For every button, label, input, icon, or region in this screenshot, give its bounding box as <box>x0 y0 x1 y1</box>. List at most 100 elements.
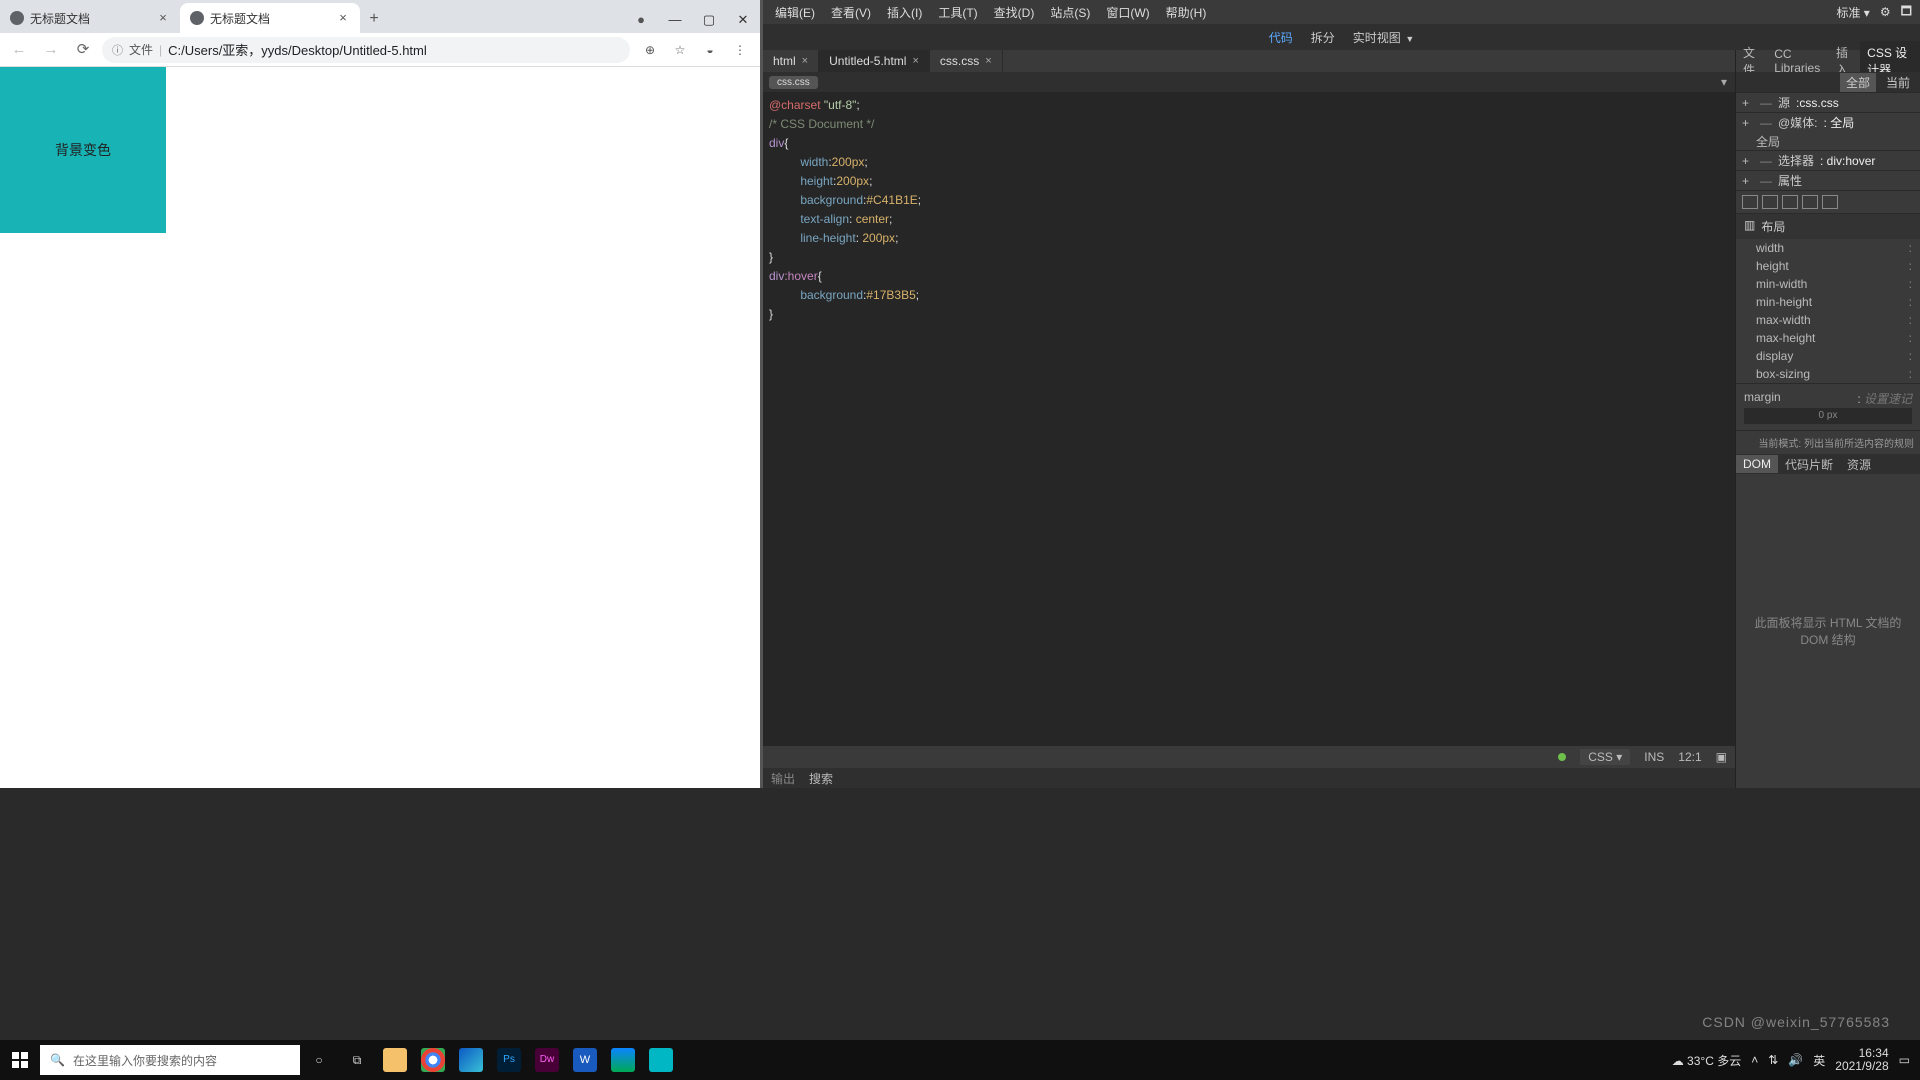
property-category-icons <box>1736 190 1920 213</box>
profile-icon[interactable]: ◒ <box>696 36 724 64</box>
related-file[interactable]: css.css <box>769 76 818 89</box>
prop-row-max-width[interactable]: max-width: <box>1736 311 1920 329</box>
source-section[interactable]: +— 源 :css.css <box>1736 92 1920 112</box>
app-dreamweaver[interactable]: Dw <box>528 1040 566 1080</box>
border-category-icon[interactable] <box>1782 195 1798 209</box>
menu-window[interactable]: 窗口(W) <box>1102 2 1153 23</box>
media-section[interactable]: +— @媒体: : 全局 <box>1736 112 1920 132</box>
media-global[interactable]: 全局 <box>1736 132 1920 150</box>
mode-code[interactable]: 代码 <box>1269 29 1293 46</box>
app-edge[interactable] <box>452 1040 490 1080</box>
prop-row-box-sizing[interactable]: box-sizing: <box>1736 365 1920 383</box>
close-icon[interactable]: × <box>985 55 991 67</box>
url-scheme-label: 文件 <box>129 41 153 58</box>
taskbar-search[interactable]: 🔍 在这里输入你要搜索的内容 <box>40 1045 300 1075</box>
plus-icon[interactable]: + <box>1742 174 1754 188</box>
scope-all[interactable]: 全部 <box>1840 73 1876 92</box>
output-label[interactable]: 输出 <box>771 770 795 787</box>
menu-view[interactable]: 查看(V) <box>827 2 875 23</box>
chrome-tab-0[interactable]: 无标题文档 × <box>0 3 180 33</box>
bottom-tab-dom[interactable]: DOM <box>1736 455 1778 473</box>
dreamweaver-window: 编辑(E) 查看(V) 插入(I) 工具(T) 查找(D) 站点(S) 窗口(W… <box>763 0 1920 788</box>
close-icon[interactable]: × <box>912 55 918 67</box>
layout-category-icon[interactable] <box>1742 195 1758 209</box>
menu-insert[interactable]: 插入(I) <box>883 2 926 23</box>
scope-current[interactable]: 当前 <box>1880 73 1916 92</box>
start-button[interactable] <box>0 1040 40 1080</box>
file-tab-1[interactable]: Untitled-5.html× <box>819 50 930 72</box>
status-ins[interactable]: INS <box>1644 750 1664 764</box>
menu-find[interactable]: 查找(D) <box>990 2 1039 23</box>
prop-row-min-height[interactable]: min-height: <box>1736 293 1920 311</box>
taskbar-clock[interactable]: 16:34 2021/9/28 <box>1835 1047 1888 1073</box>
app-photos[interactable] <box>642 1040 680 1080</box>
text-category-icon[interactable] <box>1762 195 1778 209</box>
plus-icon[interactable]: + <box>1742 116 1754 130</box>
reload-button[interactable]: ⟳ <box>70 37 96 63</box>
menu-help[interactable]: 帮助(H) <box>1162 2 1211 23</box>
cortana-icon[interactable]: ○ <box>300 1040 338 1080</box>
search-label[interactable]: 搜索 <box>809 770 833 787</box>
tray-ime-icon[interactable]: 英 <box>1813 1052 1825 1069</box>
incognito-icon: ● <box>624 6 658 33</box>
background-category-icon[interactable] <box>1802 195 1818 209</box>
app-word[interactable]: W <box>566 1040 604 1080</box>
menu-site[interactable]: 站点(S) <box>1046 2 1094 23</box>
chrome-tab-1[interactable]: 无标题文档 × <box>180 3 360 33</box>
prop-row-height[interactable]: height: <box>1736 257 1920 275</box>
bottom-tab-assets[interactable]: 资源 <box>1840 454 1878 475</box>
bottom-tab-snippets[interactable]: 代码片断 <box>1778 454 1840 475</box>
settings-icon[interactable]: ⚙ <box>1880 5 1891 19</box>
minimize-button[interactable]: — <box>658 6 692 33</box>
status-ok-icon <box>1558 753 1566 761</box>
zoom-icon[interactable]: ⊕ <box>636 36 664 64</box>
app-media[interactable] <box>604 1040 642 1080</box>
menu-edit[interactable]: 编辑(E) <box>771 2 819 23</box>
plus-icon[interactable]: + <box>1742 96 1754 110</box>
close-icon[interactable]: × <box>802 55 808 67</box>
prop-row-display[interactable]: display: <box>1736 347 1920 365</box>
chrome-tab-title: 无标题文档 <box>30 10 150 27</box>
more-category-icon[interactable] <box>1822 195 1838 209</box>
code-editor[interactable]: @charset "utf-8"; /* CSS Document */ div… <box>763 92 1735 746</box>
margin-row[interactable]: margin : 设置速记 0 px <box>1736 383 1920 430</box>
file-tab-0[interactable]: html× <box>763 50 819 72</box>
task-view-icon[interactable]: ⧉ <box>338 1040 376 1080</box>
tray-volume-icon[interactable]: 🔊 <box>1788 1053 1803 1067</box>
back-button[interactable]: ← <box>6 37 32 63</box>
filter-icon[interactable]: ▾ <box>1721 75 1727 89</box>
close-icon[interactable]: × <box>156 11 170 25</box>
file-tab-2[interactable]: css.css× <box>930 50 1003 72</box>
sync-icon[interactable]: 🗖 <box>1901 2 1912 23</box>
address-bar[interactable]: ⓘ 文件 | C:/Users/亚索，yyds/Desktop/Untitled… <box>102 37 630 63</box>
app-chrome[interactable] <box>414 1040 452 1080</box>
layout-dropdown[interactable]: 标准 ▾ <box>1836 4 1869 21</box>
dom-panel-placeholder: 此面板将显示 HTML 文档的 DOM 结构 <box>1736 474 1920 788</box>
prop-row-max-height[interactable]: max-height: <box>1736 329 1920 347</box>
margin-input[interactable]: 0 px <box>1744 408 1912 424</box>
maximize-button[interactable]: ▢ <box>692 6 726 33</box>
info-icon: ⓘ <box>112 42 123 58</box>
new-tab-button[interactable]: + <box>360 5 388 33</box>
status-language[interactable]: CSS ▾ <box>1580 749 1630 765</box>
selector-section[interactable]: +— 选择器 : div:hover <box>1736 150 1920 170</box>
properties-section[interactable]: +— 属性 <box>1736 170 1920 190</box>
menu-tools[interactable]: 工具(T) <box>934 2 981 23</box>
close-icon[interactable]: × <box>336 11 350 25</box>
prop-row-width[interactable]: width: <box>1736 239 1920 257</box>
close-button[interactable]: ✕ <box>726 6 760 33</box>
tray-chevron-icon[interactable]: ˄ <box>1751 1053 1758 1067</box>
forward-button[interactable]: → <box>38 37 64 63</box>
prop-row-min-width[interactable]: min-width: <box>1736 275 1920 293</box>
mode-split[interactable]: 拆分 <box>1311 29 1335 46</box>
notifications-icon[interactable]: ▭ <box>1899 1053 1910 1067</box>
overview-icon[interactable]: ▣ <box>1716 750 1727 764</box>
plus-icon[interactable]: + <box>1742 154 1754 168</box>
tray-network-icon[interactable]: ⇅ <box>1768 1053 1778 1067</box>
mode-live[interactable]: 实时视图 ▼ <box>1353 29 1414 46</box>
app-photoshop[interactable]: Ps <box>490 1040 528 1080</box>
kebab-menu-icon[interactable]: ⋮ <box>726 36 754 64</box>
weather-widget[interactable]: ☁ 33°C 多云 <box>1672 1052 1742 1069</box>
app-explorer[interactable] <box>376 1040 414 1080</box>
bookmark-icon[interactable]: ☆ <box>666 36 694 64</box>
